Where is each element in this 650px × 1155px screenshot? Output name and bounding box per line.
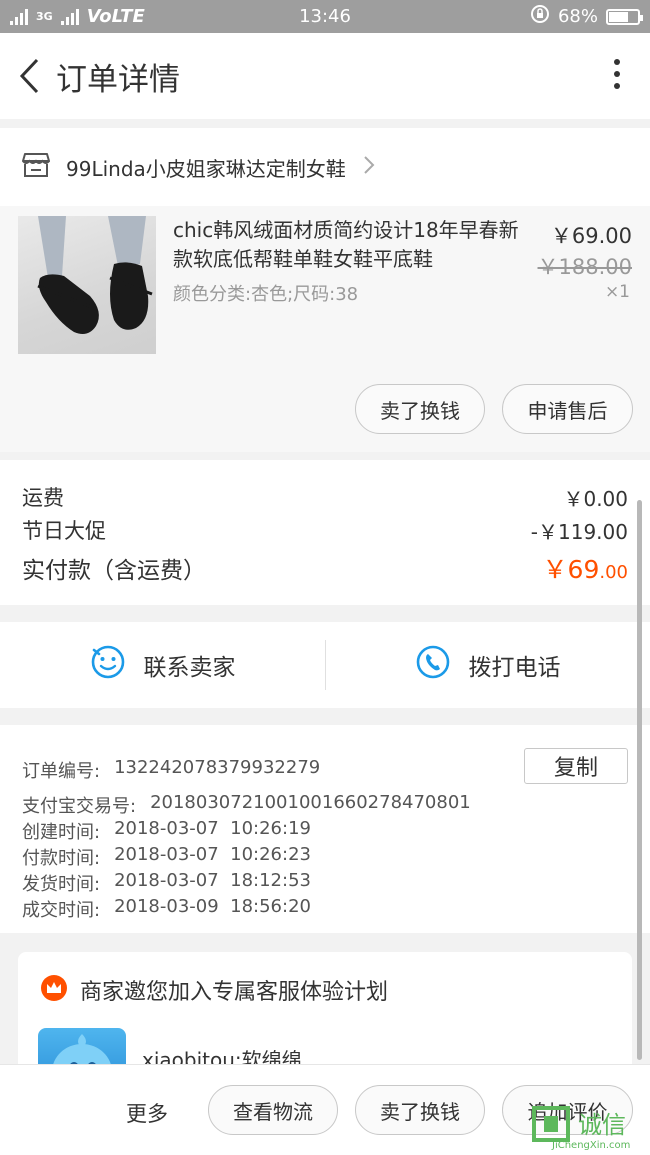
alipay-number-label: 支付宝交易号: — [22, 796, 137, 817]
sell-button[interactable]: 卖了换钱 — [355, 384, 485, 434]
promotion-row: 节日大促 -￥119.00 — [22, 515, 628, 545]
order-number-row: 订单编号: 132242078379932279 — [22, 757, 320, 783]
alipay-number-value: 2018030721001001660278470801 — [150, 792, 471, 813]
done-time-row: 成交时间: 2018-03-09 18:56:20 — [22, 896, 311, 922]
shipped-time-value: 2018-03-07 18:12:53 — [114, 870, 311, 891]
created-time-value: 2018-03-07 10:26:19 — [114, 818, 311, 839]
shop-row[interactable]: 99Linda小皮姐家琳达定制女鞋 — [0, 128, 650, 206]
after-sale-button[interactable]: 申请售后 — [502, 384, 633, 434]
paid-time-value: 2018-03-07 10:26:23 — [114, 844, 311, 865]
promotion-label: 节日大促 — [22, 519, 106, 543]
shipping-row: 运费 ￥0.00 — [22, 482, 628, 512]
product-title[interactable]: chic韩风绒面材质简约设计18年早春新款软底低帮鞋单鞋女鞋平底鞋 — [173, 216, 523, 274]
contact-seller-button[interactable]: 联系卖家 — [0, 622, 325, 708]
signal-icon — [10, 8, 28, 25]
status-left: 3G VoLTE — [10, 6, 145, 27]
cost-summary: 运费 ￥0.00 节日大促 -￥119.00 实付款（含运费） ￥69.00 — [0, 460, 650, 605]
promotion-value: -￥119.00 — [530, 519, 628, 544]
lock-rotation-icon — [530, 4, 550, 29]
app-header: 订单详情 — [0, 33, 650, 119]
product-sku: 颜色分类:杏色;尺码:38 — [173, 284, 359, 305]
contact-divider — [325, 640, 326, 690]
watermark-text: 诚信 — [578, 1111, 626, 1139]
service-invite-title: 商家邀您加入专属客服体验计划 — [80, 980, 389, 1005]
page-title: 订单详情 — [56, 61, 180, 98]
contact-bar: 联系卖家 拨打电话 — [0, 622, 650, 708]
battery-percent: 68% — [557, 6, 598, 27]
volte-label: VoLTE — [86, 6, 145, 27]
done-time-label: 成交时间: — [22, 900, 101, 921]
contact-seller-label: 联系卖家 — [143, 655, 236, 681]
paid-label: 实付款（含运费） — [22, 558, 206, 584]
paid-integer: 69 — [567, 555, 600, 584]
product-quantity: ×1 — [604, 282, 630, 302]
call-phone-label: 拨打电话 — [468, 655, 561, 681]
shipping-label: 运费 — [22, 486, 64, 510]
product-price: ￥69.00 — [550, 224, 632, 248]
chevron-right-icon — [362, 154, 376, 180]
shipped-time-label: 发货时间: — [22, 874, 101, 895]
shipped-time-row: 发货时间: 2018-03-07 18:12:53 — [22, 870, 311, 896]
phone-icon — [415, 644, 451, 686]
network-3g-label: 3G — [36, 10, 53, 23]
call-phone-button[interactable]: 拨打电话 — [325, 622, 650, 708]
copy-button[interactable]: 复制 — [524, 748, 628, 784]
more-button[interactable]: 更多 — [126, 1098, 168, 1128]
paid-time-label: 付款时间: — [22, 848, 101, 869]
battery-icon — [606, 8, 643, 25]
back-arrow-icon[interactable] — [10, 56, 50, 96]
paid-row: 实付款（含运费） ￥69.00 — [22, 550, 628, 586]
product-thumbnail[interactable] — [18, 216, 156, 354]
status-right: 68% — [530, 4, 643, 29]
chat-smile-icon — [90, 644, 126, 686]
battery-fill — [609, 11, 629, 22]
paid-decimal: .00 — [599, 562, 628, 583]
product-original-price: ￥188.00 — [537, 255, 632, 279]
created-time-row: 创建时间: 2018-03-07 10:26:19 — [22, 818, 311, 844]
scrollbar[interactable] — [637, 500, 642, 1060]
done-time-value: 2018-03-09 18:56:20 — [114, 896, 311, 917]
watermark-subtext: JiChengXin.com — [552, 1140, 631, 1151]
sell-button-bottom[interactable]: 卖了换钱 — [355, 1085, 485, 1135]
shop-name: 99Linda小皮姐家琳达定制女鞋 — [66, 156, 346, 181]
paid-amount: ￥69.00 — [543, 550, 628, 586]
status-bar: 3G VoLTE 13:46 68% — [0, 0, 650, 33]
shipping-value: ￥0.00 — [563, 486, 628, 511]
more-options-icon[interactable] — [614, 59, 620, 89]
paid-currency: ￥ — [542, 555, 568, 584]
signal-icon-2 — [60, 8, 79, 25]
crown-badge-icon — [40, 974, 68, 1006]
view-logistics-button[interactable]: 查看物流 — [208, 1085, 338, 1135]
service-invite-header: 商家邀您加入专属客服体验计划 — [40, 974, 388, 1006]
alipay-number-row: 支付宝交易号: 2018030721001001660278470801 — [22, 792, 471, 818]
created-time-label: 创建时间: — [22, 822, 101, 843]
order-number-label: 订单编号: — [22, 761, 101, 782]
shop-icon — [22, 152, 50, 182]
order-info-section: 订单编号: 132242078379932279 复制 支付宝交易号: 2018… — [0, 725, 650, 933]
product-card[interactable]: chic韩风绒面材质简约设计18年早春新款软底低帮鞋单鞋女鞋平底鞋 颜色分类:杏… — [0, 206, 650, 452]
order-number-value: 132242078379932279 — [114, 757, 321, 778]
paid-time-row: 付款时间: 2018-03-07 10:26:23 — [22, 844, 311, 870]
